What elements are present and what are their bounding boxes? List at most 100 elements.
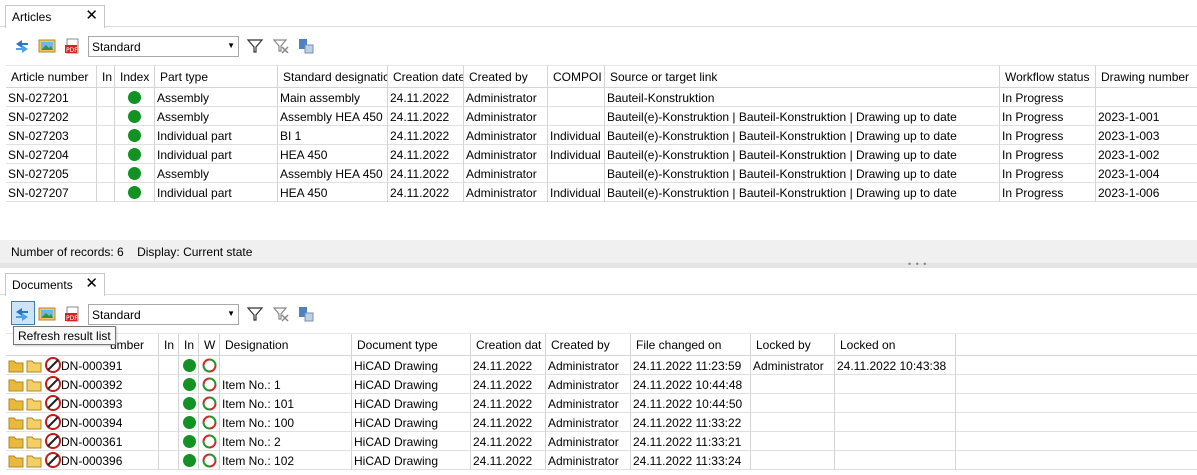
- table-row[interactable]: SN-027207 Individual part HEA 450 24.11.…: [6, 183, 1197, 202]
- link-cell: Bauteil(e)-Konstruktion | Bauteil-Konstr…: [605, 164, 1000, 183]
- creation-date-cell: 24.11.2022: [471, 394, 546, 413]
- creation-date-cell: 24.11.2022: [471, 451, 546, 470]
- in2-cell: [179, 451, 199, 470]
- col-drawing-number[interactable]: Drawing number: [1096, 66, 1197, 88]
- in-cell: [159, 356, 179, 375]
- status-green-icon: [183, 397, 196, 410]
- col-workflow[interactable]: W: [199, 334, 220, 356]
- folder-icon: [8, 357, 61, 373]
- drawing-number-cell: 2023-1-004: [1098, 167, 1160, 181]
- col-standard-designation[interactable]: Standard designatic: [278, 66, 388, 88]
- part-type-cell: Assembly: [155, 107, 278, 126]
- col-file-changed-on[interactable]: File changed on: [631, 334, 751, 356]
- document-number: DN-000392: [61, 378, 123, 392]
- in-cell: [159, 432, 179, 451]
- folder-icon: [8, 452, 61, 468]
- pdf-export-icon[interactable]: PDF: [64, 305, 82, 323]
- drawing-number-cell: 2023-1-001: [1098, 110, 1160, 124]
- workflow-cycle-icon: [202, 377, 217, 392]
- refresh-icon[interactable]: [13, 37, 31, 55]
- creation-date-cell: 24.11.2022: [471, 375, 546, 394]
- chevron-down-icon: ▼: [227, 41, 235, 50]
- workflow-cell: [199, 413, 220, 432]
- articles-combo-value: Standard: [92, 40, 141, 54]
- workflow-cycle-icon: [202, 396, 217, 411]
- document-number-cell: DN-000393: [6, 394, 159, 413]
- part-type-cell: Individual part: [155, 183, 278, 202]
- clear-filter-icon[interactable]: [272, 37, 290, 55]
- creation-date-cell: 24.11.2022: [388, 126, 464, 145]
- col-component[interactable]: COMPOI: [548, 66, 605, 88]
- table-row[interactable]: DN-000394 Item No.: 100 HiCAD Drawing 24…: [6, 413, 1197, 432]
- table-row[interactable]: SN-027202 Assembly Assembly HEA 450 24.1…: [6, 107, 1197, 126]
- locked-on-cell: [835, 375, 956, 394]
- document-number: DN-000361: [61, 435, 123, 449]
- refresh-icon[interactable]: [13, 305, 31, 323]
- doc-type-cell: HiCAD Drawing: [352, 394, 471, 413]
- close-icon[interactable]: ✕: [85, 8, 98, 23]
- col-creation-date[interactable]: Creation date: [388, 66, 464, 88]
- col-in-2[interactable]: In: [179, 334, 199, 356]
- status-cell: In Progress: [1000, 107, 1096, 126]
- pdf-export-icon[interactable]: PDF: [64, 37, 82, 55]
- col-created-by[interactable]: Created by: [464, 66, 548, 88]
- table-row[interactable]: SN-027205 Assembly Assembly HEA 450 24.1…: [6, 164, 1197, 183]
- doc-type-cell: HiCAD Drawing: [352, 356, 471, 375]
- table-row[interactable]: SN-027203 Individual part BI 1 24.11.202…: [6, 126, 1197, 145]
- table-row[interactable]: DN-000392 Item No.: 1 HiCAD Drawing 24.1…: [6, 375, 1197, 394]
- image-preview-icon[interactable]: [38, 37, 56, 55]
- articles-view-combo[interactable]: Standard ▼: [88, 36, 239, 57]
- col-designation[interactable]: Designation: [220, 334, 352, 356]
- index-cell: [115, 126, 155, 145]
- col-source-target-link[interactable]: Source or target link: [605, 66, 1000, 88]
- index-cell: [115, 88, 155, 107]
- column-settings-icon[interactable]: [297, 305, 315, 323]
- tab-documents[interactable]: Documents ✕: [5, 273, 105, 296]
- col-workflow-status[interactable]: Workflow status: [1000, 66, 1096, 88]
- table-row[interactable]: SN-027204 Individual part HEA 450 24.11.…: [6, 145, 1197, 164]
- designation-cell: BI 1: [278, 126, 388, 145]
- in-cell: [159, 394, 179, 413]
- documents-view-combo[interactable]: Standard ▼: [88, 304, 239, 325]
- close-icon[interactable]: ✕: [85, 276, 98, 291]
- created-by-cell: Administrator: [546, 451, 631, 470]
- clear-filter-icon[interactable]: [272, 305, 290, 323]
- table-row[interactable]: DN-000391 HiCAD Drawing 24.11.2022 Admin…: [6, 356, 1197, 375]
- filter-icon[interactable]: [246, 305, 264, 323]
- col-document-type[interactable]: Document type: [352, 334, 471, 356]
- col-in[interactable]: In: [159, 334, 179, 356]
- filter-icon[interactable]: [246, 37, 264, 55]
- tab-documents-label: Documents: [12, 278, 73, 292]
- status-green-icon: [183, 435, 196, 448]
- created-by-cell: Administrator: [464, 145, 548, 164]
- image-preview-icon[interactable]: [38, 305, 56, 323]
- table-row[interactable]: DN-000361 Item No.: 2 HiCAD Drawing 24.1…: [6, 432, 1197, 451]
- table-row[interactable]: SN-027201 Assembly Main assembly 24.11.2…: [6, 88, 1197, 107]
- col-created-by[interactable]: Created by: [546, 334, 631, 356]
- col-part-type[interactable]: Part type: [155, 66, 278, 88]
- col-in[interactable]: In: [97, 66, 115, 88]
- status-green-icon: [128, 148, 141, 161]
- article-number-cell: SN-027207: [6, 183, 97, 202]
- file-changed-cell: 24.11.2022 11:33:24: [631, 451, 751, 470]
- documents-combo-value: Standard: [92, 308, 141, 322]
- in-cell: [159, 413, 179, 432]
- table-row[interactable]: DN-000393 Item No.: 101 HiCAD Drawing 24…: [6, 394, 1197, 413]
- col-locked-on[interactable]: Locked on: [835, 334, 956, 356]
- col-article-number[interactable]: Article number: [6, 66, 97, 88]
- tab-articles[interactable]: Articles ✕: [5, 5, 105, 28]
- locked-by-cell: Administrator: [751, 356, 835, 375]
- doc-type-cell: HiCAD Drawing: [352, 451, 471, 470]
- column-settings-icon[interactable]: [297, 37, 315, 55]
- creation-date-cell: 24.11.2022: [388, 88, 464, 107]
- part-type-cell: Individual part: [155, 145, 278, 164]
- col-index[interactable]: Index: [115, 66, 155, 88]
- folder-icon: [8, 433, 61, 449]
- table-row[interactable]: DN-000396 Item No.: 102 HiCAD Drawing 24…: [6, 451, 1197, 470]
- col-creation-date[interactable]: Creation dat: [471, 334, 546, 356]
- designation-cell: Item No.: 102: [220, 451, 352, 470]
- col-locked-by[interactable]: Locked by: [751, 334, 835, 356]
- designation-cell: Assembly HEA 450: [278, 107, 388, 126]
- in2-cell: [179, 375, 199, 394]
- locked-on-cell: [835, 451, 956, 470]
